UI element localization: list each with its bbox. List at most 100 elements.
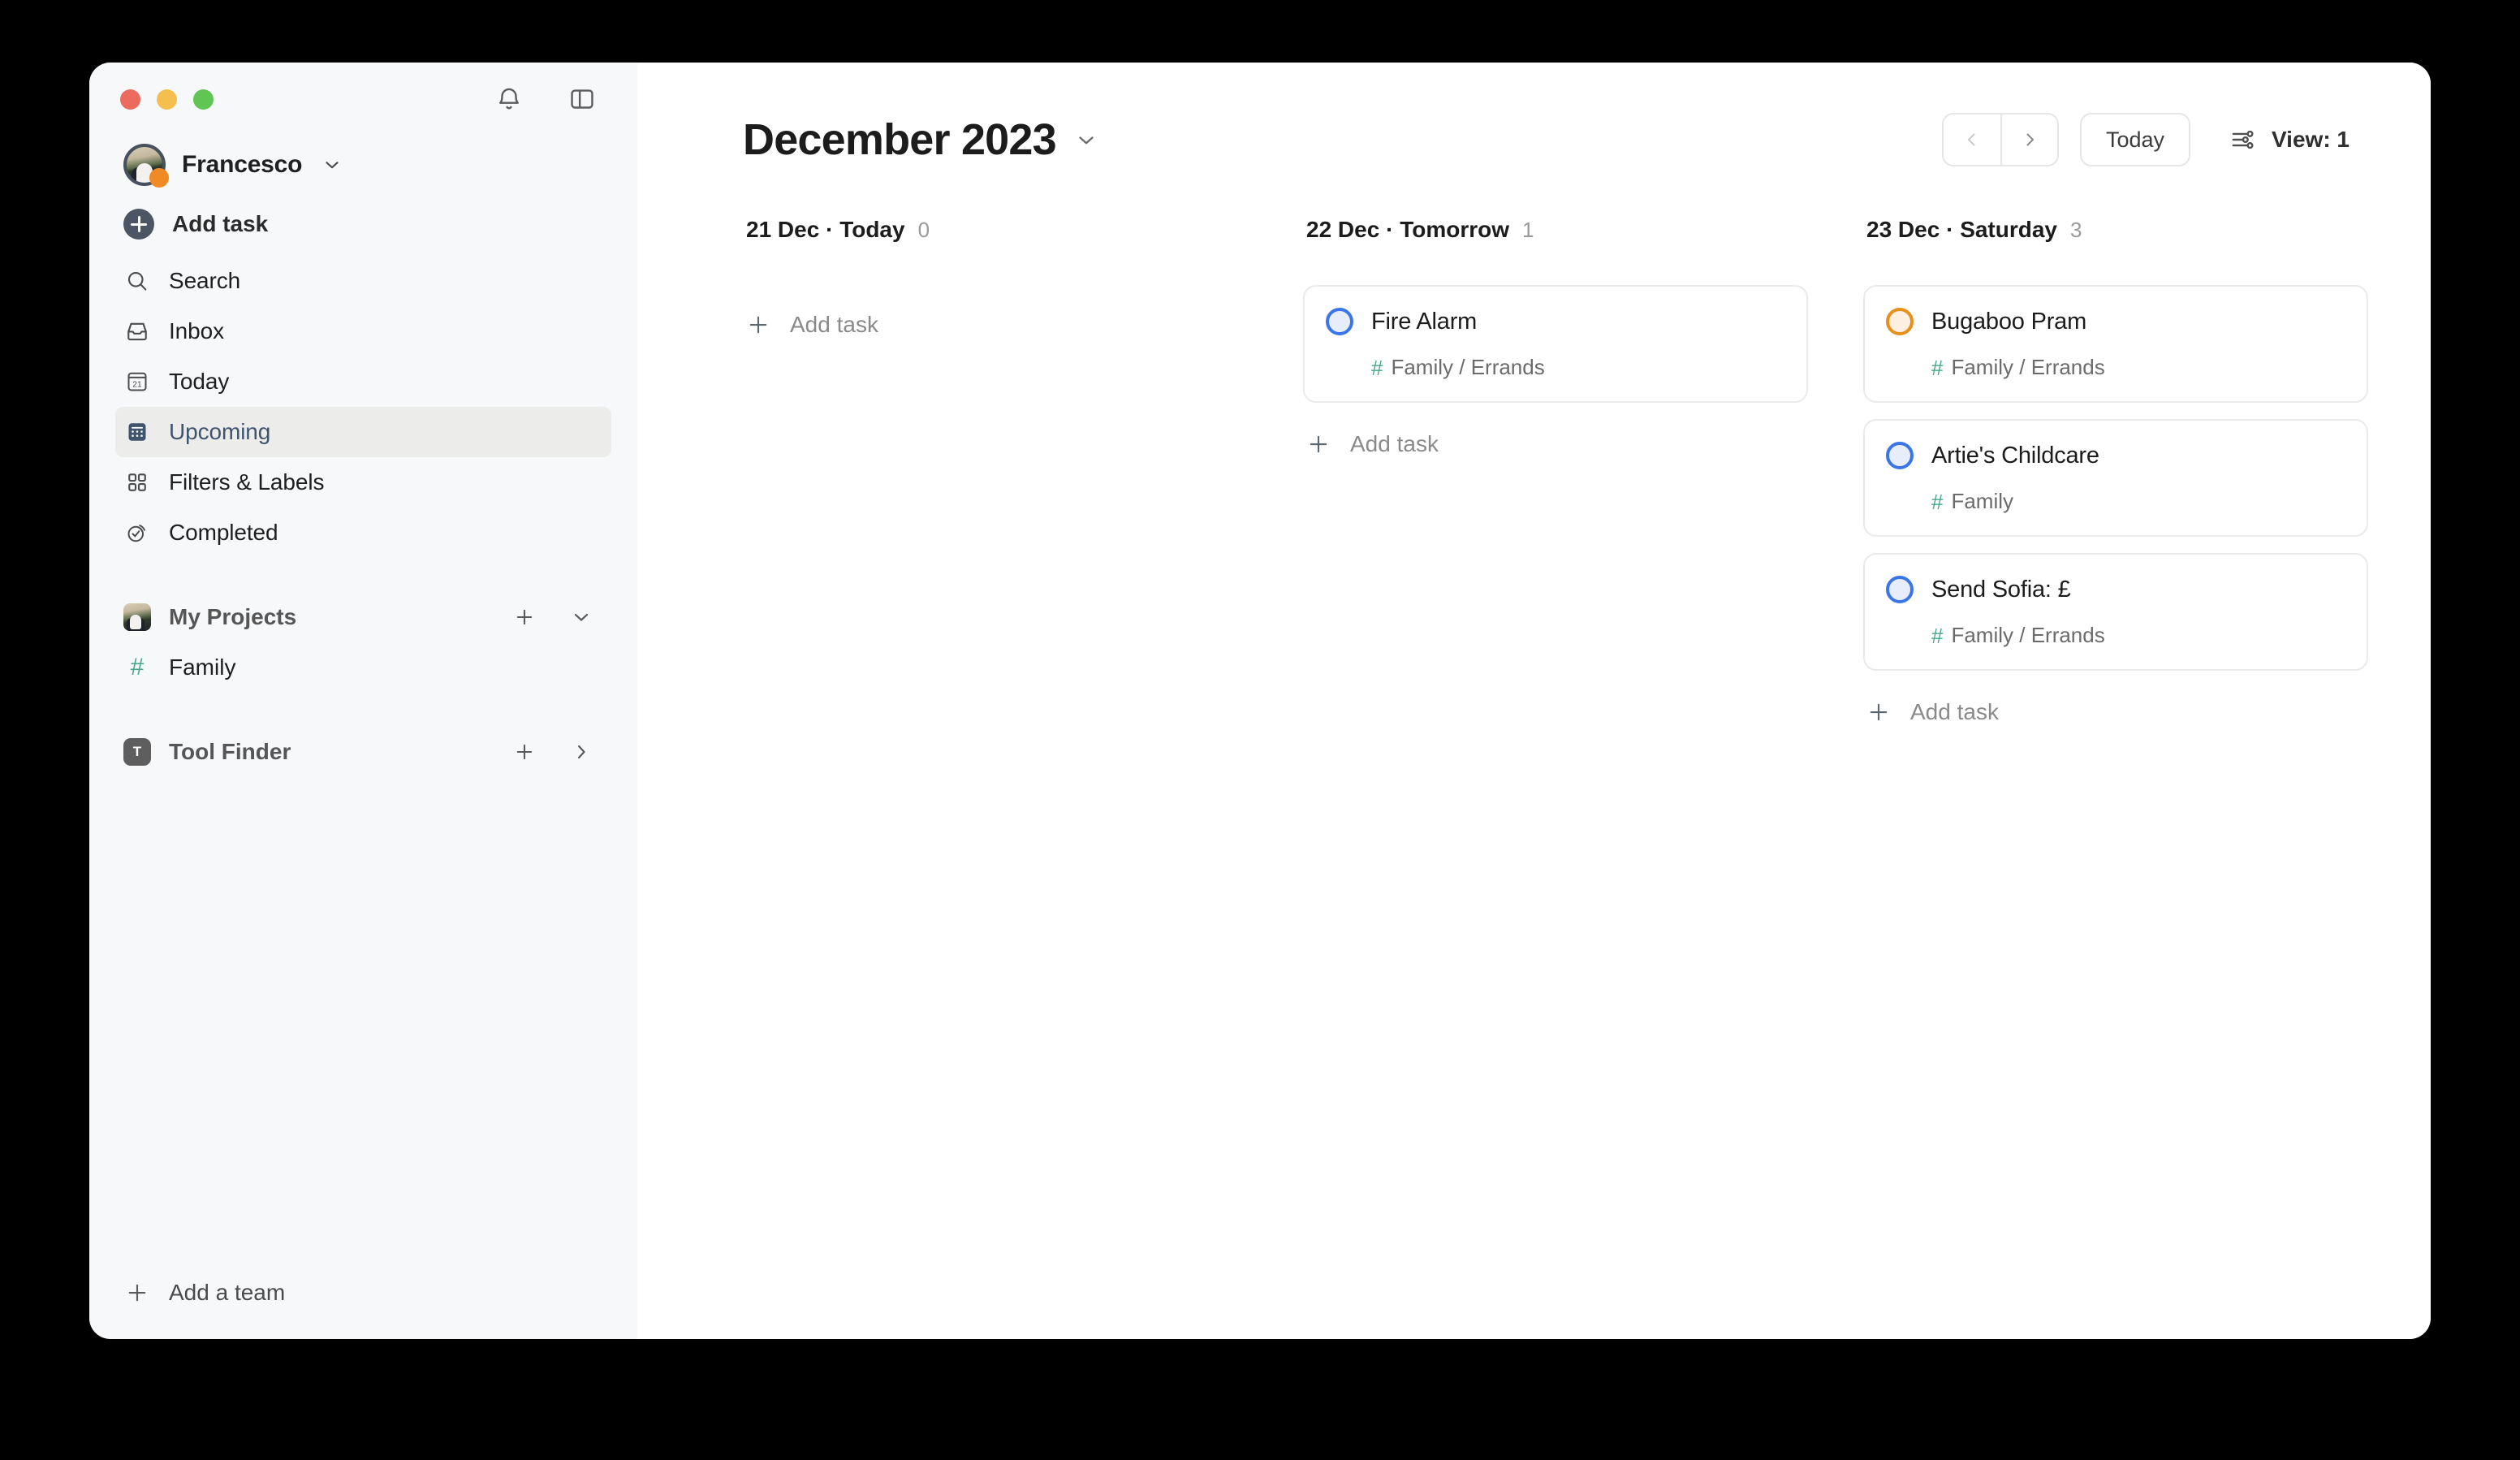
day-column-date: 23 Dec · Saturday <box>1866 217 2058 242</box>
day-column-header: 23 Dec · Saturday 3 <box>1863 217 2423 274</box>
add-task-inline-button[interactable]: Add task <box>1863 684 2423 741</box>
project-label: Family <box>169 654 236 680</box>
titlebar-actions <box>493 83 606 115</box>
hash-icon: # <box>130 654 145 680</box>
task-project-path: Family / Errands <box>1391 355 1545 379</box>
sidebar-item-upcoming[interactable]: Upcoming <box>115 407 611 457</box>
plus-icon <box>123 1279 151 1307</box>
tool-finder-icon: T <box>123 738 151 766</box>
sidebar-item-completed[interactable]: Completed <box>115 508 611 558</box>
sidebar-item-inbox[interactable]: Inbox <box>115 306 611 356</box>
my-projects-title: My Projects <box>169 604 297 629</box>
task-title: Fire Alarm <box>1371 308 1478 335</box>
tool-finder-header[interactable]: T Tool Finder <box>115 727 611 777</box>
task-title: Bugaboo Pram <box>1931 308 2087 335</box>
sidebar-item-label: Today <box>169 369 230 394</box>
expand-tool-finder-icon[interactable] <box>567 738 595 766</box>
task-project-breadcrumb[interactable]: # Family / Errands <box>1886 623 2344 648</box>
hash-icon: # <box>1371 355 1383 380</box>
plus-icon <box>1306 432 1331 456</box>
day-column-22-dec: 22 Dec · Tomorrow 1 Fire Alarm # Family … <box>1303 217 1863 741</box>
day-column-23-dec: 23 Dec · Saturday 3 Bugaboo Pram # Famil… <box>1863 217 2423 741</box>
sidebar: Francesco Add task Search Inbox 21 Today… <box>89 63 637 1339</box>
sidebar-item-search[interactable]: Search <box>115 256 611 306</box>
chevron-down-icon[interactable] <box>321 154 343 175</box>
tool-finder-actions <box>511 738 603 766</box>
sliders-icon <box>2229 126 2257 153</box>
plus-icon <box>746 313 770 337</box>
today-button[interactable]: Today <box>2079 113 2191 166</box>
month-picker-chevron-down-icon[interactable] <box>1074 127 1098 152</box>
add-tool-finder-project-icon[interactable] <box>511 738 538 766</box>
task-project-breadcrumb[interactable]: # Family / Errands <box>1886 355 2344 380</box>
task-project-breadcrumb[interactable]: # Family <box>1886 489 2344 514</box>
hash-icon: # <box>1931 623 1944 648</box>
sidebar-toggle-icon[interactable] <box>566 83 598 115</box>
task-title: Artie's Childcare <box>1931 442 2099 469</box>
view-label: View: 1 <box>2272 127 2350 152</box>
day-column-count: 0 <box>917 218 930 242</box>
grid-icon <box>123 469 151 496</box>
hash-icon: # <box>1931 355 1944 380</box>
day-column-header: 22 Dec · Tomorrow 1 <box>1303 217 1863 274</box>
sidebar-item-filters-labels[interactable]: Filters & Labels <box>115 457 611 508</box>
task-list: Fire Alarm # Family / Errands <box>1303 285 1863 403</box>
add-task-button[interactable]: Add task <box>115 197 611 251</box>
previous-period-button[interactable] <box>1943 114 2000 165</box>
titlebar <box>115 63 611 136</box>
add-project-icon[interactable] <box>511 603 538 631</box>
collapse-my-projects-icon[interactable] <box>567 603 595 631</box>
task-checkbox[interactable] <box>1326 308 1353 335</box>
task-project-breadcrumb[interactable]: # Family / Errands <box>1326 355 1784 380</box>
avatar-status-badge <box>149 168 169 188</box>
day-column-21-dec: 21 Dec · Today 0 Add task <box>743 217 1303 741</box>
my-projects-header[interactable]: My Projects <box>115 592 611 642</box>
upcoming-board: 21 Dec · Today 0 Add task 22 Dec · Tomor… <box>637 217 2431 741</box>
sidebar-project-family[interactable]: # Family <box>115 642 611 693</box>
task-card[interactable]: Send Sofia: £ # Family / Errands <box>1863 553 2368 671</box>
inbox-icon <box>123 317 151 345</box>
avatar <box>123 144 169 188</box>
day-column-header: 21 Dec · Today 0 <box>743 217 1303 274</box>
day-column-date: 21 Dec · Today <box>746 217 905 242</box>
user-menu[interactable]: Francesco <box>115 136 611 194</box>
task-card[interactable]: Artie's Childcare # Family <box>1863 419 2368 537</box>
view-options-button[interactable]: View: 1 <box>2211 113 2358 166</box>
sidebar-item-today[interactable]: 21 Today <box>115 356 611 407</box>
add-a-team-button[interactable]: Add a team <box>115 1268 611 1318</box>
main-header: December 2023 Today View: 1 <box>637 63 2431 217</box>
task-card-main: Fire Alarm <box>1326 308 1784 335</box>
page-title: December 2023 <box>743 115 1057 164</box>
task-checkbox[interactable] <box>1886 442 1914 469</box>
add-task-inline-label: Add task <box>1910 699 1999 724</box>
add-task-inline-button[interactable]: Add task <box>743 296 1303 353</box>
day-column-count: 1 <box>1522 218 1534 242</box>
task-project-path: Family / Errands <box>1951 355 2105 379</box>
add-task-label: Add task <box>172 211 269 236</box>
task-list: Bugaboo Pram # Family / Errands Artie's … <box>1863 285 2423 671</box>
add-task-inline-label: Add task <box>1350 431 1439 456</box>
calendar-21-icon: 21 <box>123 368 151 395</box>
close-window-button[interactable] <box>120 89 140 110</box>
sidebar-item-label: Upcoming <box>169 419 271 444</box>
search-icon <box>123 267 151 295</box>
zoom-window-button[interactable] <box>193 89 214 110</box>
app-window: Francesco Add task Search Inbox 21 Today… <box>89 63 2431 1339</box>
next-period-button[interactable] <box>2000 114 2057 165</box>
add-task-inline-button[interactable]: Add task <box>1303 416 1863 473</box>
add-a-team-label: Add a team <box>169 1280 286 1305</box>
task-card[interactable]: Fire Alarm # Family / Errands <box>1303 285 1808 403</box>
task-project-path: Family <box>1951 489 2014 513</box>
task-card-main: Artie's Childcare <box>1886 442 2344 469</box>
upcoming-icon <box>123 418 151 446</box>
traffic-lights <box>120 89 214 110</box>
sidebar-item-label: Completed <box>169 520 278 545</box>
task-card[interactable]: Bugaboo Pram # Family / Errands <box>1863 285 2368 403</box>
notifications-icon[interactable] <box>493 83 525 115</box>
main-content: December 2023 Today View: 1 21 Dec · Tod… <box>637 63 2431 1339</box>
sidebar-item-label: Filters & Labels <box>169 469 325 495</box>
task-checkbox[interactable] <box>1886 308 1914 335</box>
task-checkbox[interactable] <box>1886 576 1914 603</box>
minimize-window-button[interactable] <box>157 89 177 110</box>
date-nav-group <box>1941 113 2059 166</box>
